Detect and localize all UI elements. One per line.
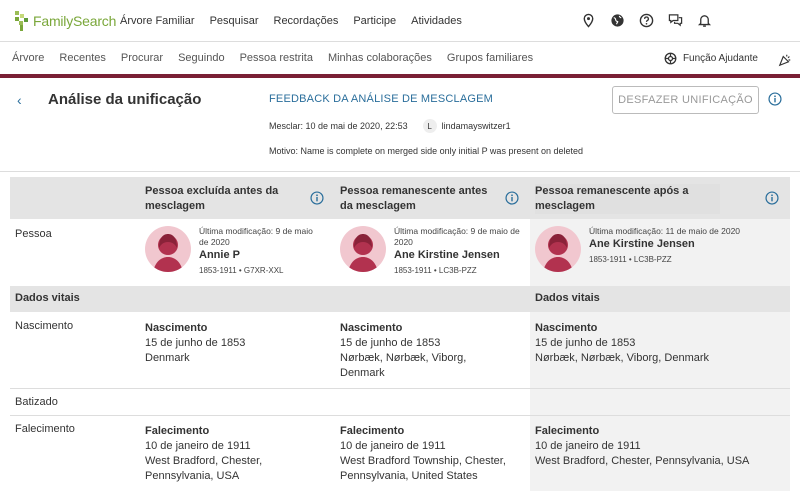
globe-icon[interactable]: [610, 13, 625, 28]
fact-title: Falecimento: [145, 425, 210, 437]
nav-memories[interactable]: Recordações: [274, 15, 339, 27]
info-icon[interactable]: [765, 191, 779, 205]
fact-title: Nascimento: [535, 322, 598, 334]
help-icon[interactable]: [639, 13, 654, 28]
user-avatar: L: [422, 119, 437, 133]
person-lifespan-id: 1853-1911 • G7XR-XXL: [199, 266, 284, 275]
female-avatar-icon: [535, 226, 581, 272]
birth-fact-surviving-before: Nascimento 15 de junho de 1853 Nørbæk, N…: [340, 321, 500, 381]
person-lifespan-id: 1853-1911 • LC3B-PZZ: [394, 266, 477, 275]
fact-place: West Bradford, Chester, Pennsylvania, US…: [145, 455, 263, 482]
person-card-surviving-after[interactable]: Última modificação: 11 de maio de 2020 A…: [535, 226, 759, 272]
death-row-label: Falecimento: [15, 423, 75, 435]
person-card-surviving-before[interactable]: Última modificação: 9 de maio de 2020 An…: [340, 226, 522, 275]
logo-text: FamilySearch: [33, 12, 117, 29]
person-lifespan-id: 1853-1911 • LC3B-PZZ: [589, 255, 672, 264]
sub-nav: Árvore Recentes Procurar Seguindo Pessoa…: [0, 42, 800, 78]
fact-date: 10 de janeiro de 1911: [340, 440, 446, 452]
death-fact-deleted: Falecimento 10 de janeiro de 1911 West B…: [145, 424, 285, 484]
death-fact-surviving-after: Falecimento 10 de janeiro de 1911 West B…: [535, 424, 775, 469]
messages-icon[interactable]: [668, 13, 683, 28]
birth-row: Nascimento Nascimento 15 de junho de 185…: [10, 312, 790, 388]
page-title: Análise da unificação: [48, 91, 202, 108]
fact-place: West Bradford Township, Chester, Pennsyl…: [340, 455, 506, 482]
fact-place: Denmark: [145, 352, 190, 364]
column-headers: Pessoa excluída antes da mesclagem Pesso…: [10, 177, 790, 219]
female-avatar-icon: [145, 226, 191, 272]
fact-date: 15 de junho de 1853: [145, 337, 246, 349]
christening-row-label: Batizado: [15, 396, 58, 408]
column-header-surviving-before: Pessoa remanescente antes da mesclagem: [340, 185, 488, 212]
fact-place: Nørbæk, Nørbæk, Viborg, Denmark: [535, 352, 710, 364]
person-row: Pessoa Última modificação: 9 de maio de …: [10, 219, 790, 285]
merge-reason: Motivo: Name is complete on merged side …: [269, 146, 583, 156]
person-card-deleted[interactable]: Última modificação: 9 de maio de 2020 An…: [145, 226, 324, 275]
merge-info: Mesclar: 10 de mai de 2020, 22:53 L lind…: [269, 119, 511, 133]
last-modified: Última modificação: 9 de maio de 2020: [199, 226, 313, 247]
person-row-label: Pessoa: [15, 228, 52, 240]
subnav-recents[interactable]: Recentes: [59, 52, 105, 64]
undo-merge-button[interactable]: DESFAZER UNIFICAÇÃO: [612, 86, 759, 114]
main-nav: Árvore Familiar Pesquisar Recordações Pa…: [120, 15, 477, 27]
party-popper-icon[interactable]: [778, 53, 792, 67]
fact-title: Nascimento: [145, 322, 208, 334]
fact-date: 15 de junho de 1853: [535, 337, 636, 349]
fact-date: 10 de janeiro de 1911: [535, 440, 641, 452]
column-header-surviving-after: Pessoa remanescente após a mesclagem: [535, 184, 720, 214]
column-header-deleted: Pessoa excluída antes da mesclagem: [145, 185, 279, 212]
helper-icon: [664, 52, 677, 64]
helper-mode-button[interactable]: Função Ajudante: [664, 52, 758, 65]
christening-row: Batizado: [10, 389, 790, 415]
subnav-family-groups[interactable]: Grupos familiares: [447, 52, 533, 64]
nav-get-involved[interactable]: Participe: [353, 15, 396, 27]
subnav-find[interactable]: Procurar: [121, 52, 163, 64]
fact-place: West Bradford, Chester, Pennsylvania, US…: [535, 455, 750, 467]
person-name[interactable]: Ane Kirstine Jensen: [589, 238, 759, 250]
birth-fact-deleted: Nascimento 15 de junho de 1853 Denmark: [145, 321, 325, 366]
fact-title: Falecimento: [535, 425, 600, 437]
fact-date: 15 de junho de 1853: [340, 337, 441, 349]
last-modified: Última modificação: 9 de maio de 2020: [394, 226, 520, 247]
info-icon[interactable]: [310, 191, 324, 205]
helper-label: Função Ajudante: [682, 52, 758, 64]
subnav-following[interactable]: Seguindo: [178, 52, 225, 64]
death-row: Falecimento Falecimento 10 de janeiro de…: [10, 416, 790, 491]
birth-fact-surviving-after: Nascimento 15 de junho de 1853 Nørbæk, N…: [535, 321, 775, 366]
fact-title: Nascimento: [340, 322, 403, 334]
subnav-tree[interactable]: Árvore: [12, 52, 44, 64]
subnav-my-contributions[interactable]: Minhas colaborações: [328, 52, 432, 64]
fact-date: 10 de janeiro de 1911: [145, 440, 251, 452]
vitals-label-right: Dados vitais: [535, 292, 600, 304]
merge-review-header: ‹ Análise da unificação FEEDBACK DA ANÁL…: [0, 78, 800, 172]
person-name[interactable]: Annie P: [199, 249, 324, 261]
top-nav: FamilySearch Árvore Familiar Pesquisar R…: [0, 0, 800, 42]
vitals-section-header: Dados vitais Dados vitais: [10, 286, 790, 312]
merge-username[interactable]: lindamayswitzer1: [442, 121, 511, 131]
top-icons: [567, 13, 712, 28]
nav-family-tree[interactable]: Árvore Familiar: [120, 15, 195, 27]
fact-place: Nørbæk, Nørbæk, Viborg, Denmark: [340, 352, 467, 379]
info-icon[interactable]: [768, 92, 782, 106]
merge-feedback-link[interactable]: FEEDBACK DA ANÁLISE DE MESCLAGEM: [269, 93, 493, 105]
last-modified: Última modificação: 11 de maio de 2020: [589, 226, 741, 236]
merge-date: Mesclar: 10 de mai de 2020, 22:53: [269, 121, 408, 131]
back-chevron-icon[interactable]: ‹: [17, 92, 22, 108]
subnav-restricted-person[interactable]: Pessoa restrita: [240, 52, 313, 64]
vitals-label: Dados vitais: [15, 292, 80, 304]
location-pin-icon[interactable]: [581, 13, 596, 28]
nav-activities[interactable]: Atividades: [411, 15, 462, 27]
tree-logo-icon: [15, 10, 28, 31]
fact-title: Falecimento: [340, 425, 405, 437]
death-fact-surviving-before: Falecimento 10 de janeiro de 1911 West B…: [340, 424, 525, 484]
nav-search[interactable]: Pesquisar: [210, 15, 259, 27]
person-name[interactable]: Ane Kirstine Jensen: [394, 249, 522, 261]
birth-row-label: Nascimento: [15, 320, 74, 332]
info-icon[interactable]: [505, 191, 519, 205]
notifications-bell-icon[interactable]: [697, 13, 712, 28]
female-avatar-icon: [340, 226, 386, 272]
familysearch-logo[interactable]: FamilySearch: [14, 10, 120, 32]
